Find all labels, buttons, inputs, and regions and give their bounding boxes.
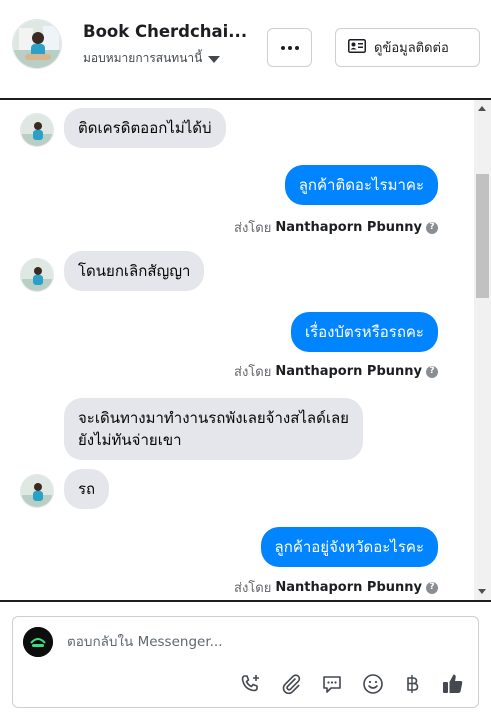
like-icon[interactable] xyxy=(441,672,465,696)
scrollbar[interactable] xyxy=(474,100,491,600)
outgoing-message: ลูกค้าติดอะไรมาคะ xyxy=(284,165,438,205)
view-contact-button[interactable]: ดูข้อมูลติดต่อ xyxy=(335,28,480,67)
contact-avatar[interactable] xyxy=(12,19,62,69)
scroll-thumb[interactable] xyxy=(476,174,489,298)
sent-by-label: ส่งโดย Nanthaporn Pbunny ? xyxy=(234,217,438,238)
contact-avatar-small xyxy=(20,113,54,147)
saved-reply-icon[interactable] xyxy=(320,672,344,696)
reply-input[interactable] xyxy=(67,634,447,650)
sent-by-label: ส่งโดย Nanthaporn Pbunny ? xyxy=(234,361,438,382)
sent-by-name: Nanthaporn Pbunny xyxy=(275,364,422,379)
sent-by-label: ส่งโดย Nanthaporn Pbunny ? xyxy=(234,577,438,598)
assign-label: มอบหมายการสนทนานี้ xyxy=(83,51,203,65)
contact-card-icon xyxy=(348,38,366,57)
contact-name: Book Cherdchai... xyxy=(83,22,248,41)
more-options-button[interactable] xyxy=(267,28,312,67)
more-dot xyxy=(287,45,292,50)
page-avatar xyxy=(23,627,53,657)
more-dot xyxy=(294,45,299,50)
sent-by-prefix: ส่งโดย xyxy=(234,581,272,596)
attachment-icon[interactable] xyxy=(279,672,303,696)
baht-icon[interactable] xyxy=(400,672,424,696)
caret-down-icon xyxy=(208,56,221,63)
contact-avatar-small xyxy=(20,474,54,508)
info-icon[interactable]: ? xyxy=(426,581,438,594)
outgoing-message: เรื่องบัตรหรือรถคะ xyxy=(290,312,438,352)
sent-by-prefix: ส่งโดย xyxy=(234,221,272,236)
scroll-up-icon[interactable] xyxy=(478,106,486,111)
incoming-message: ติดเครดิตออกไม่ได้บ่ xyxy=(64,108,226,148)
more-dots-icon xyxy=(280,45,285,50)
sent-by-prefix: ส่งโดย xyxy=(234,365,272,380)
emoji-icon[interactable] xyxy=(361,672,385,696)
info-icon[interactable]: ? xyxy=(426,365,438,378)
message-line: ยังไม่ทันจ่ายเขา xyxy=(78,431,182,449)
info-icon[interactable]: ? xyxy=(426,221,438,234)
sent-by-name: Nanthaporn Pbunny xyxy=(275,220,422,235)
outgoing-message: ลูกค้าอยู่จังหวัดอะไรคะ xyxy=(260,527,438,567)
incoming-message: จะเดินทางมาทำงานรถพังเลยจ้างสไลด์เลย ยัง… xyxy=(64,398,363,460)
incoming-message: รถ xyxy=(64,469,110,509)
sent-by-name: Nanthaporn Pbunny xyxy=(275,580,422,595)
message-line: จะเดินทางมาทำงานรถพังเลยจ้างสไลด์เลย xyxy=(78,409,349,427)
message-thread[interactable]: ติดเครดิตออกไม่ได้บ่ ลูกค้าติดอะไรมาคะ ส… xyxy=(0,98,491,602)
assign-conversation-dropdown[interactable]: มอบหมายการสนทนานี้ xyxy=(83,49,221,68)
call-add-icon[interactable] xyxy=(239,672,263,696)
incoming-message: โดนยกเลิกสัญญา xyxy=(64,251,205,291)
reply-composer xyxy=(12,616,479,708)
scroll-down-icon[interactable] xyxy=(478,589,486,594)
view-contact-label: ดูข้อมูลติดต่อ xyxy=(374,41,449,56)
contact-avatar-small xyxy=(20,258,54,292)
conversation-header: Book Cherdchai... มอบหมายการสนทนานี้ ดูข… xyxy=(0,0,491,98)
